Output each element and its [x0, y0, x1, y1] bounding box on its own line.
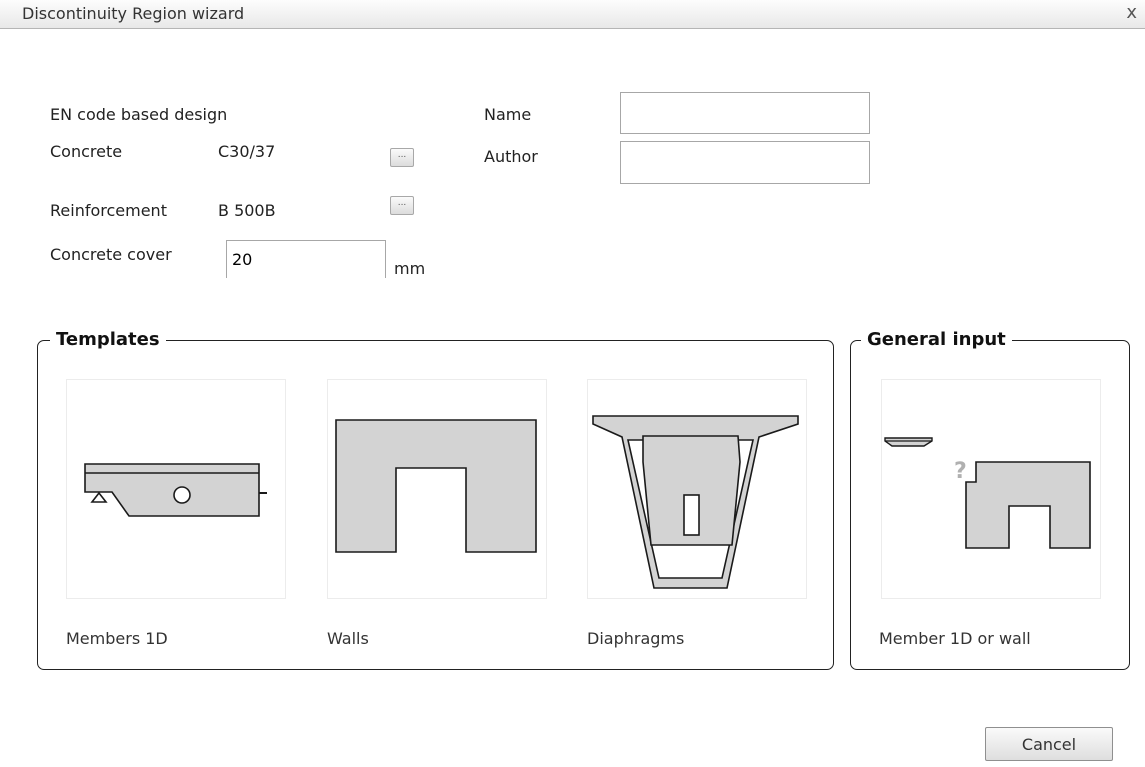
templates-heading: Templates: [50, 329, 166, 350]
title-bar: Discontinuity Region wizard x: [0, 0, 1145, 29]
concrete-label: Concrete: [50, 142, 123, 161]
wall-icon: [335, 419, 537, 553]
concrete-value: C30/37: [218, 142, 276, 161]
close-icon[interactable]: x: [1126, 2, 1137, 23]
cover-unit-label: mm: [394, 259, 426, 278]
general-input-card[interactable]: ?: [881, 379, 1101, 599]
reinforcement-value: B 500B: [218, 201, 276, 220]
general-input-group: General input ? Member 1D or wall: [850, 329, 1130, 670]
general-input-heading: General input: [861, 329, 1012, 350]
member-1d-icon: [84, 463, 267, 517]
diaphragm-icon: [592, 415, 799, 589]
author-field[interactable]: [620, 141, 870, 184]
template-label-members-1d: Members 1D: [66, 629, 168, 648]
template-label-walls: Walls: [327, 629, 369, 648]
name-label: Name: [484, 105, 532, 124]
window-title: Discontinuity Region wizard: [22, 4, 245, 23]
reinforcement-label: Reinforcement: [50, 201, 167, 220]
reinforcement-browse-button[interactable]: ...: [390, 196, 414, 215]
concrete-browse-button[interactable]: ...: [390, 148, 414, 167]
wizard-window: Discontinuity Region wizard x EN code ba…: [0, 0, 1145, 767]
templates-group: Templates Members 1D Walls Diaphragms: [37, 329, 834, 670]
author-label: Author: [484, 147, 538, 166]
template-label-diaphragms: Diaphragms: [587, 629, 685, 648]
concrete-cover-label: Concrete cover: [50, 245, 172, 264]
member-or-wall-icon: ?: [884, 437, 1091, 549]
design-code-label: EN code based design: [50, 105, 228, 124]
template-card-diaphragms[interactable]: [587, 379, 807, 599]
template-card-members-1d[interactable]: [66, 379, 286, 599]
name-field[interactable]: [620, 92, 870, 134]
general-input-label: Member 1D or wall: [879, 629, 1031, 648]
concrete-cover-input[interactable]: [226, 240, 386, 278]
template-card-walls[interactable]: [327, 379, 547, 599]
cancel-button[interactable]: Cancel: [985, 727, 1113, 761]
svg-text:?: ?: [954, 459, 967, 484]
